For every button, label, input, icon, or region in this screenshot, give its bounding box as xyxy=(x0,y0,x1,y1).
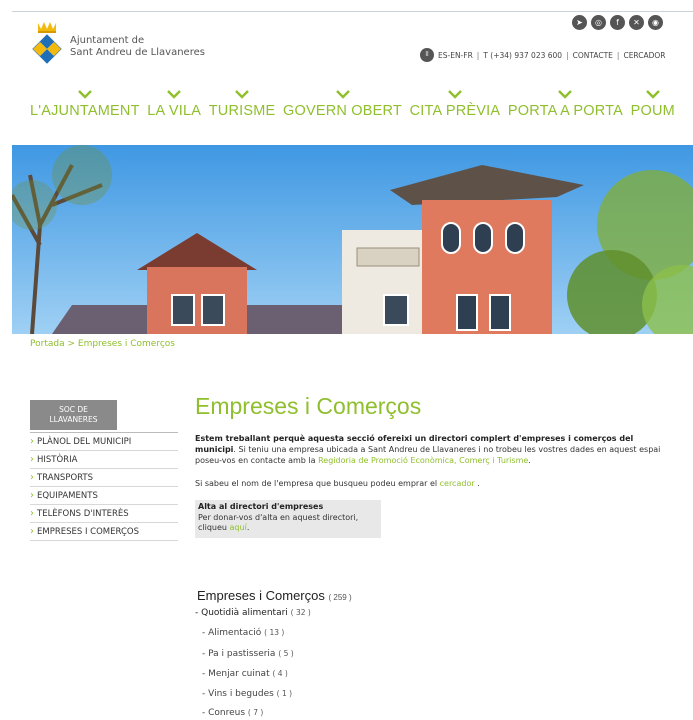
brand-name[interactable]: Ajuntament de Sant Andreu de Llavaneres xyxy=(70,35,205,59)
page-title: Empreses i Comerços xyxy=(195,393,422,419)
nav-label: GOVERN OBERT xyxy=(283,103,402,119)
chevron-right-icon: › xyxy=(30,472,34,483)
telegram-icon[interactable]: ➤ xyxy=(572,15,587,30)
intro-paragraph: Estem treballant perquè aquesta secció o… xyxy=(195,434,661,465)
nav-label: CITA PRÈVIA xyxy=(409,103,501,119)
chevron-right-icon: › xyxy=(30,526,34,537)
chevron-down-icon xyxy=(77,90,92,99)
nav-item-cita-previa[interactable]: CITA PRÈVIA xyxy=(410,90,501,119)
cercador-link[interactable]: cercador xyxy=(440,479,475,488)
breadcrumb-current: Empreses i Comerços xyxy=(77,339,175,349)
chevron-right-icon: › xyxy=(30,454,34,465)
main-nav: L'AJUNTAMENT LA VILA TURISME GOVERN OBER… xyxy=(30,90,675,119)
sidebar-menu: › PLÀNOL DEL MUNICIPI › HISTÒRIA › TRANSPOR… xyxy=(30,432,178,541)
nav-label: TURISME xyxy=(208,103,276,119)
nav-item-ajuntament[interactable]: L'AJUNTAMENT xyxy=(30,90,140,119)
signup-link[interactable]: aquí xyxy=(230,523,247,532)
subcategory-item[interactable]: - Alimentació ( 13 ) xyxy=(202,628,402,638)
subcategory-item[interactable]: - Pa i pastisseria ( 5 ) xyxy=(202,649,402,659)
chevron-down-icon xyxy=(335,90,350,99)
soc-llavaneres-button[interactable]: SOC DE LLAVANERES xyxy=(30,400,117,430)
sidebar-item-equipaments[interactable]: › EQUIPAMENTS xyxy=(30,487,178,505)
brand-line-1: Ajuntament de xyxy=(70,35,145,46)
nav-item-la-vila[interactable]: LA VILA xyxy=(147,90,201,119)
nav-label: PORTA A PORTA xyxy=(507,103,624,119)
nav-item-poum[interactable]: POUM xyxy=(631,90,675,119)
nav-item-turisme[interactable]: TURISME xyxy=(209,90,276,119)
directory-title: Empreses i Comerços ( 259 ) xyxy=(197,588,352,603)
breadcrumb-home-link[interactable]: Portada xyxy=(30,339,65,349)
signup-box: Alta al directori d'empreses Per donar-v… xyxy=(195,500,381,538)
nav-item-porta-a-porta[interactable]: PORTA A PORTA xyxy=(508,90,623,119)
brand-line-2: Sant Andreu de Llavaneres xyxy=(70,47,205,58)
chevron-down-icon xyxy=(558,90,573,99)
social-links: ➤ ◎ f ✕ ◉ xyxy=(572,15,663,30)
chevron-down-icon xyxy=(448,90,462,99)
top-divider xyxy=(12,11,693,12)
chevron-down-icon xyxy=(235,90,249,99)
search-link[interactable]: CERCADOR xyxy=(623,51,665,60)
search-note: Si sabeu el nom de l'empresa que busqueu… xyxy=(195,479,480,488)
nav-label: POUM xyxy=(630,103,675,119)
sidebar-item-historia[interactable]: › HISTÒRIA xyxy=(30,451,178,469)
sidebar-item-telefons[interactable]: › TELÈFONS D'INTERÈS xyxy=(30,505,178,523)
sidebar-item-empreses[interactable]: › EMPRESES I COMERÇOS xyxy=(30,523,178,541)
category-item[interactable]: - Quotidià alimentari ( 32 ) xyxy=(195,608,311,618)
chevron-down-icon xyxy=(167,90,182,99)
sidebar-item-transports[interactable]: › TRANSPORTS xyxy=(30,469,178,487)
chevron-right-icon: › xyxy=(30,490,34,501)
nav-item-govern-obert[interactable]: GOVERN OBERT xyxy=(283,90,402,119)
breadcrumb: Portada > Empreses i Comerços xyxy=(30,339,175,349)
regidoria-link[interactable]: Regidoria de Promoció Econòmica, Comerç … xyxy=(318,456,528,465)
sidebar-item-planol[interactable]: › PLÀNOL DEL MUNICIPI xyxy=(30,433,178,451)
utility-bar: ll ES-EN-FR | T (+34) 937 023 600 | CONT… xyxy=(420,47,666,63)
chevron-right-icon: › xyxy=(30,436,34,447)
contact-link[interactable]: CONTACTE xyxy=(573,51,613,60)
hero-banner-image xyxy=(12,145,693,334)
phone-number: T (+34) 937 023 600 xyxy=(483,50,563,60)
subcategory-item[interactable]: - Vins i begudes ( 1 ) xyxy=(202,689,402,699)
coat-of-arms-logo[interactable] xyxy=(30,20,64,66)
language-badge[interactable]: ll xyxy=(420,48,434,62)
rss-icon[interactable]: ◉ xyxy=(648,15,663,30)
instagram-icon[interactable]: ◎ xyxy=(591,15,606,30)
subcategory-item[interactable]: - Menjar cuinat ( 4 ) xyxy=(202,669,402,679)
x-icon[interactable]: ✕ xyxy=(629,15,644,30)
chevron-down-icon xyxy=(645,90,660,99)
signup-title: Alta al directori d'empreses xyxy=(198,502,324,511)
language-links[interactable]: ES-EN-FR xyxy=(438,51,473,60)
chevron-right-icon: › xyxy=(30,508,34,519)
nav-label: L'AJUNTAMENT xyxy=(30,103,140,119)
nav-label: LA VILA xyxy=(147,103,202,119)
subcategory-item[interactable]: - Conreus ( 7 ) xyxy=(202,708,402,718)
facebook-icon[interactable]: f xyxy=(610,15,625,30)
